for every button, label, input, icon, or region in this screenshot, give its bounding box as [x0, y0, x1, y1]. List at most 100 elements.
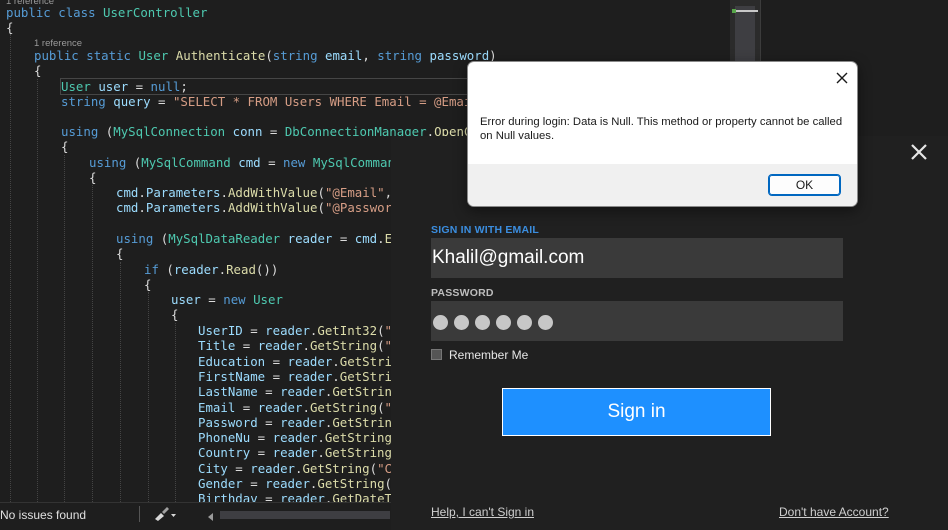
code-token: GetString — [309, 400, 378, 415]
code-line[interactable]: if (reader.Read()) — [144, 262, 278, 277]
code-token: MySqlCommand — [141, 155, 231, 170]
code-line[interactable]: user = new User — [171, 292, 283, 307]
code-token: ( — [265, 48, 273, 63]
code-token: Parameters — [145, 200, 221, 215]
code-line[interactable]: using (MySqlDataReader reader = cmd.Exec — [116, 231, 414, 246]
code-token: Title — [198, 338, 236, 353]
code-line[interactable]: Password = reader.GetString( — [198, 415, 407, 430]
code-token: using — [116, 231, 154, 246]
code-token: . — [317, 445, 325, 460]
code-token: GetString — [317, 476, 385, 491]
code-line[interactable]: { — [144, 277, 151, 292]
help-cant-sign-in-link[interactable]: Help, I can't Sign in — [431, 505, 534, 519]
code-token: , — [362, 48, 378, 63]
sign-in-button[interactable]: Sign in — [502, 388, 771, 436]
code-token: Email — [198, 400, 236, 415]
code-line[interactable]: FirstName = reader.GetString — [198, 369, 407, 384]
code-line[interactable]: cmd.Parameters.AddWithValue("@Email", em — [116, 185, 414, 200]
code-line[interactable]: using (MySqlCommand cmd = new MySqlComma… — [89, 155, 417, 170]
code-token: = — [250, 445, 273, 460]
code-token: PhoneNu — [198, 430, 251, 445]
code-token: reader — [280, 384, 325, 399]
code-token: UserController — [103, 5, 208, 20]
code-line[interactable]: PhoneNu = reader.GetString(" — [198, 430, 407, 445]
code-token: "@Email" — [324, 185, 385, 200]
code-token: MySqlDataReader — [168, 231, 281, 246]
scroll-left-icon[interactable] — [205, 508, 217, 521]
code-line[interactable]: User user = null; — [61, 79, 188, 94]
code-token: { — [116, 246, 124, 261]
code-line[interactable]: LastName = reader.GetString( — [198, 384, 407, 399]
code-line[interactable]: public static User Authenticate(string e… — [34, 48, 497, 63]
status-divider — [139, 506, 140, 522]
code-line[interactable]: { — [116, 246, 123, 261]
horizontal-scrollbar[interactable] — [220, 511, 390, 519]
code-line[interactable]: { — [171, 307, 178, 322]
code-line[interactable]: Country = reader.GetString(" — [198, 445, 407, 460]
password-label: PASSWORD — [431, 287, 494, 299]
code-token: = — [235, 338, 258, 353]
code-line[interactable]: Birthdav = reader.GetDateTim — [198, 491, 407, 502]
code-token: ( — [126, 155, 142, 170]
code-token: GetString — [332, 415, 400, 430]
code-line[interactable]: string query = "SELECT * FROM Users WHER… — [61, 94, 509, 109]
no-account-link[interactable]: Don't have Account? — [779, 505, 889, 519]
code-token: User — [138, 48, 169, 63]
indent-guide — [120, 262, 121, 502]
code-token: if — [144, 262, 159, 277]
code-token: ( — [158, 262, 174, 277]
code-line[interactable]: cmd.Parameters.AddWithValue("@Password", — [116, 200, 414, 215]
code-token: = — [332, 231, 355, 246]
password-field[interactable] — [431, 301, 843, 341]
codelens-references[interactable]: 1 reference — [34, 38, 82, 50]
indent-guide — [148, 292, 149, 502]
code-line[interactable]: { — [34, 63, 41, 78]
code-line[interactable]: Email = reader.GetString("Em — [198, 400, 407, 415]
remember-me-checkbox[interactable] — [431, 349, 442, 360]
code-token: GetString — [309, 338, 378, 353]
code-token: GetString — [324, 445, 392, 460]
codelens-references[interactable]: 1 reference — [6, 0, 54, 8]
code-line[interactable]: Gender = reader.GetString("G — [198, 476, 407, 491]
code-line[interactable]: Title = reader.GetString("Ti — [198, 338, 407, 353]
brush-icon[interactable] — [152, 505, 178, 523]
code-token: . — [302, 400, 310, 415]
code-token: email — [325, 48, 363, 63]
issues-status[interactable]: No issues found — [0, 508, 86, 522]
code-line[interactable]: Education = reader.GetString — [198, 354, 407, 369]
code-line[interactable]: { — [6, 20, 13, 35]
code-token: . — [138, 200, 146, 215]
code-token: new — [283, 155, 306, 170]
close-icon[interactable] — [832, 68, 852, 88]
code-line[interactable]: UserID = reader.GetInt32("Us — [198, 323, 407, 338]
code-token: Parameters — [145, 185, 221, 200]
ok-button[interactable]: OK — [768, 174, 841, 196]
code-token: Password — [198, 415, 258, 430]
code-token: = — [235, 400, 258, 415]
code-line[interactable]: { — [61, 139, 68, 154]
indent-guide — [64, 155, 65, 502]
code-token: . — [332, 369, 340, 384]
code-token: . — [220, 185, 228, 200]
code-token: reader — [287, 369, 333, 384]
email-field[interactable] — [431, 238, 843, 278]
code-token: cmd — [354, 231, 378, 246]
code-token: ( — [377, 323, 385, 338]
code-token: public — [34, 48, 79, 63]
code-token: { — [89, 170, 97, 185]
close-icon[interactable] — [909, 142, 929, 162]
code-token: reader — [257, 400, 303, 415]
code-line[interactable]: City = reader.GetString("Cit — [198, 461, 407, 476]
code-token: user — [171, 292, 201, 307]
code-token: . — [377, 231, 385, 246]
code-token: reader — [257, 338, 303, 353]
code-token: GetString — [324, 430, 392, 445]
code-line[interactable]: { — [89, 170, 96, 185]
code-token: string — [272, 48, 318, 63]
code-token: reader — [280, 415, 325, 430]
code-token: Gender — [198, 476, 243, 491]
